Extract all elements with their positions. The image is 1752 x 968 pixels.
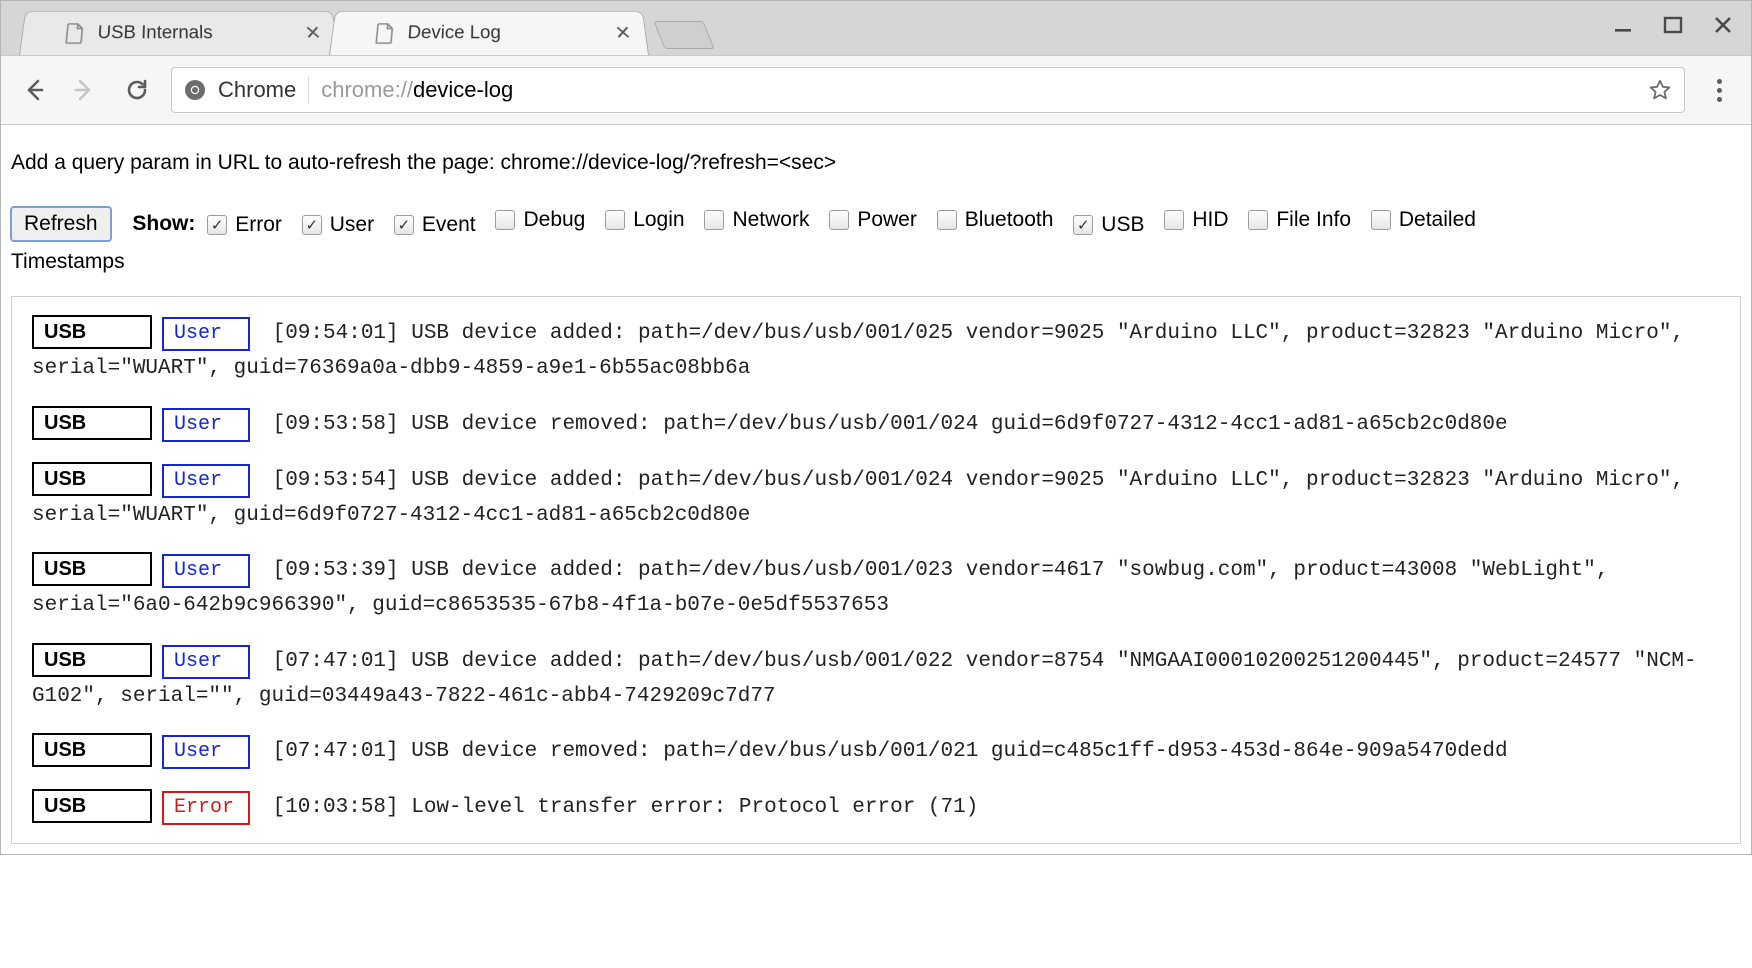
filter-label: User — [330, 209, 374, 242]
url-scheme-label: Chrome — [218, 77, 296, 103]
filter-label: File Info — [1276, 204, 1351, 237]
log-category-tag: USB — [32, 552, 152, 586]
url-path: device-log — [413, 77, 513, 102]
log-message: [07:47:01] USB device added: path=/dev/b… — [32, 650, 1697, 708]
page-content: Add a query param in URL to auto-refresh… — [1, 125, 1751, 854]
log-message: [07:47:01] USB device removed: path=/dev… — [260, 740, 1508, 763]
checkbox-icon: ✓ — [302, 215, 322, 235]
checkbox-icon — [1371, 210, 1391, 230]
page-icon — [375, 22, 395, 43]
filter-checkbox-power[interactable]: Power — [829, 204, 917, 237]
checkbox-icon: ✓ — [394, 215, 414, 235]
filter-checkbox-login[interactable]: Login — [605, 204, 684, 237]
checkbox-icon — [495, 210, 515, 230]
log-message: [09:53:54] USB device added: path=/dev/b… — [32, 469, 1684, 527]
window-controls — [1613, 15, 1733, 35]
filter-label: Login — [633, 204, 684, 237]
log-level-tag: User — [162, 645, 250, 679]
log-box: USB User [09:54:01] USB device added: pat… — [11, 296, 1741, 844]
timestamps-label: Timestamps — [11, 246, 1741, 279]
log-message: [09:54:01] USB device added: path=/dev/b… — [32, 322, 1684, 380]
filter-label: Event — [422, 209, 476, 242]
close-icon[interactable]: ✕ — [614, 23, 633, 42]
filter-checkbox-hid[interactable]: HID — [1164, 204, 1228, 237]
close-icon[interactable]: ✕ — [304, 23, 323, 42]
filter-label: Debug — [523, 204, 585, 237]
log-category-tag: USB — [32, 406, 152, 440]
filter-checkbox-detailed[interactable]: Detailed — [1371, 204, 1476, 237]
filter-checkbox-event[interactable]: ✓ Event — [394, 209, 476, 242]
checkbox-icon: ✓ — [207, 215, 227, 235]
log-entry: USB User [09:53:39] USB device added: pat… — [32, 552, 1720, 623]
tab-device-log[interactable]: Device Log ✕ — [329, 11, 649, 55]
log-message: [09:53:58] USB device removed: path=/dev… — [260, 413, 1508, 436]
menu-button[interactable] — [1701, 79, 1737, 102]
new-tab-button[interactable] — [653, 21, 714, 49]
log-entry: USB User [09:53:54] USB device added: pat… — [32, 462, 1720, 533]
filter-label: Network — [732, 204, 809, 237]
close-window-icon[interactable] — [1713, 15, 1733, 35]
filter-checkbox-file-info[interactable]: File Info — [1248, 204, 1351, 237]
url-text: chrome://device-log — [321, 77, 513, 103]
toolbar: Chrome chrome://device-log — [1, 55, 1751, 125]
checkbox-icon — [605, 210, 625, 230]
tab-usb-internals[interactable]: USB Internals ✕ — [19, 11, 339, 55]
filter-checkbox-error[interactable]: ✓ Error — [207, 209, 282, 242]
page-icon — [65, 22, 85, 43]
log-category-tag: USB — [32, 789, 152, 823]
filter-label: USB — [1101, 209, 1144, 242]
back-button[interactable] — [15, 72, 51, 108]
filter-checkbox-user[interactable]: ✓ User — [302, 209, 374, 242]
controls-row: Refresh Show: ✓Error ✓User ✓Event Debug … — [11, 204, 1741, 279]
log-category-tag: USB — [32, 643, 152, 677]
browser-window: USB Internals ✕ Device Log ✕ — [0, 0, 1752, 855]
filter-label: Detailed — [1399, 204, 1476, 237]
reload-button[interactable] — [119, 72, 155, 108]
log-message: [10:03:58] Low-level transfer error: Pro… — [260, 796, 978, 819]
maximize-icon[interactable] — [1663, 15, 1683, 35]
log-message: [09:53:39] USB device added: path=/dev/b… — [32, 559, 1608, 617]
log-entry: USB User [07:47:01] USB device removed: p… — [32, 733, 1720, 769]
chrome-icon — [184, 79, 206, 101]
checkbox-icon — [1248, 210, 1268, 230]
log-category-tag: USB — [32, 315, 152, 349]
address-bar[interactable]: Chrome chrome://device-log — [171, 67, 1685, 113]
checkbox-icon — [1164, 210, 1184, 230]
log-entry: USB User [07:47:01] USB device added: pat… — [32, 643, 1720, 714]
checkbox-icon: ✓ — [1073, 215, 1093, 235]
forward-button[interactable] — [67, 72, 103, 108]
filter-checkbox-network[interactable]: Network — [704, 204, 809, 237]
show-label: Show: — [132, 212, 195, 235]
filter-label: Bluetooth — [965, 204, 1054, 237]
filter-checkbox-bluetooth[interactable]: Bluetooth — [937, 204, 1054, 237]
log-entry: USB Error [10:03:58] Low-level transfer e… — [32, 789, 1720, 825]
log-level-tag: User — [162, 464, 250, 498]
log-level-tag: User — [162, 317, 250, 351]
checkbox-icon — [937, 210, 957, 230]
tab-title: USB Internals — [97, 22, 213, 43]
log-level-tag: Error — [162, 791, 250, 825]
log-level-tag: User — [162, 735, 250, 769]
log-level-tag: User — [162, 554, 250, 588]
filter-label: Power — [857, 204, 917, 237]
checkbox-icon — [704, 210, 724, 230]
filter-label: HID — [1192, 204, 1228, 237]
tab-strip: USB Internals ✕ Device Log ✕ — [1, 1, 1751, 55]
log-category-tag: USB — [32, 733, 152, 767]
log-entry: USB User [09:53:58] USB device removed: p… — [32, 406, 1720, 442]
filter-checkbox-usb[interactable]: ✓ USB — [1073, 209, 1144, 242]
minimize-icon[interactable] — [1613, 15, 1633, 35]
checkbox-icon — [829, 210, 849, 230]
filter-checkbox-debug[interactable]: Debug — [495, 204, 585, 237]
divider — [308, 76, 309, 104]
url-host: chrome:// — [321, 77, 413, 102]
refresh-button[interactable]: Refresh — [11, 207, 111, 241]
filter-label: Error — [235, 209, 282, 242]
bookmark-star-icon[interactable] — [1648, 78, 1672, 102]
auto-refresh-hint: Add a query param in URL to auto-refresh… — [11, 147, 1741, 180]
tab-title: Device Log — [407, 22, 501, 43]
log-category-tag: USB — [32, 462, 152, 496]
log-entry: USB User [09:54:01] USB device added: pat… — [32, 315, 1720, 386]
log-level-tag: User — [162, 408, 250, 442]
